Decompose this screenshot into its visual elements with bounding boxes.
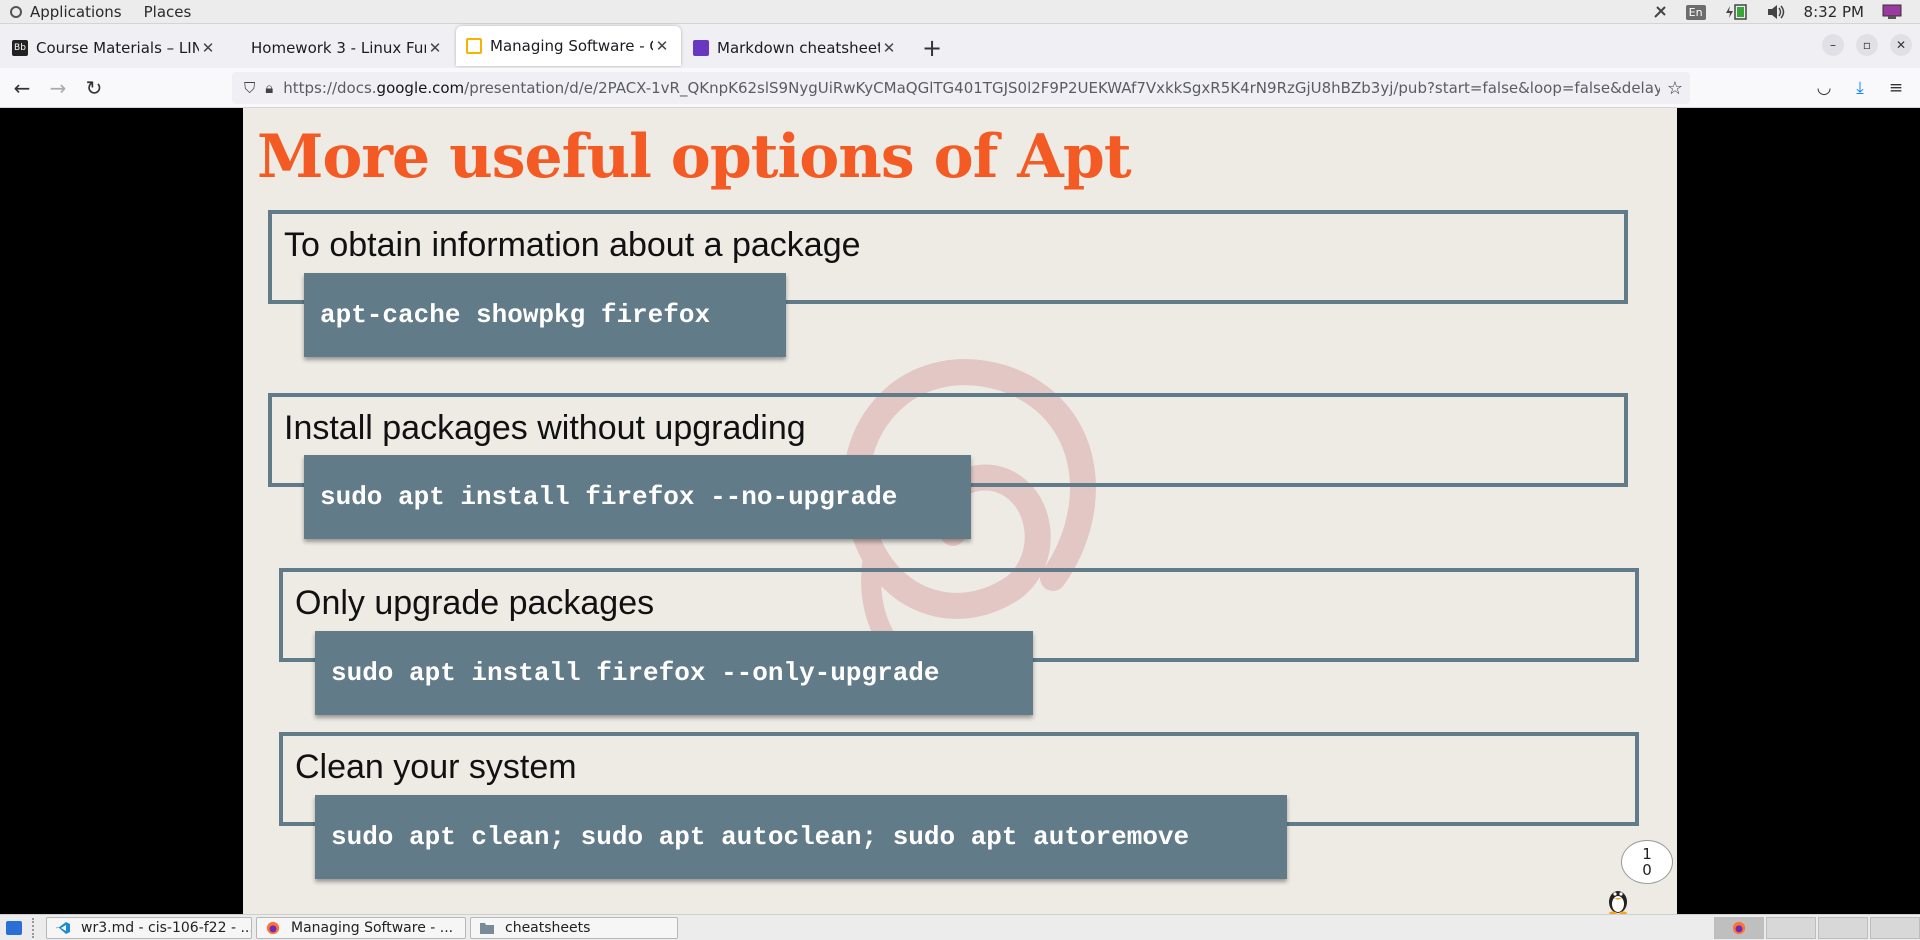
keyboard-language-label: En xyxy=(1685,4,1706,20)
clock-label: 8:32 PM xyxy=(1803,3,1864,21)
google-slides-icon xyxy=(466,38,482,54)
taskbar-grip xyxy=(32,917,40,938)
applications-menu[interactable]: Applications xyxy=(10,3,122,21)
slide[interactable]: More useful options of Apt To obtain inf… xyxy=(243,108,1677,914)
blackboard-icon: Bb xyxy=(12,40,28,56)
firefox-icon xyxy=(1732,921,1746,935)
workspace-2[interactable] xyxy=(1766,917,1816,939)
close-icon[interactable]: ✕ xyxy=(426,39,444,57)
task-firefox[interactable]: Managing Software - ... xyxy=(256,916,466,939)
desktop-icon xyxy=(6,920,22,935)
applications-icon xyxy=(10,5,22,18)
tab-markdown-cheatsheet[interactable]: Markdown cheatsheet ✕ xyxy=(683,28,908,68)
tab-homework-3[interactable]: Homework 3 - Linux Fundam ✕ xyxy=(229,28,454,68)
downloads-icon[interactable]: ⤓ xyxy=(1842,72,1878,104)
minimize-icon[interactable]: – xyxy=(1822,34,1844,56)
workspace-3[interactable] xyxy=(1818,917,1868,939)
task-cheatsheets[interactable]: cheatsheets xyxy=(470,916,678,939)
workspace-4[interactable] xyxy=(1870,917,1920,939)
window-controls: – ▫ ✕ xyxy=(1810,34,1912,56)
section-label-only-upgrade: Only upgrade packages xyxy=(295,584,655,622)
tab-title: Course Materials – LINUX xyxy=(36,39,199,57)
workspace-switcher xyxy=(1712,917,1920,939)
bottom-taskbar: wr3.md - cis-106-f22 - ... Managing Soft… xyxy=(0,914,1920,940)
tab-title: Markdown cheatsheet xyxy=(717,39,880,57)
folder-icon xyxy=(480,922,494,934)
volume-icon[interactable] xyxy=(1766,4,1786,20)
bookmark-star-icon[interactable]: ☆ xyxy=(1660,78,1690,99)
task-label: Managing Software - ... xyxy=(291,919,454,936)
vscode-icon xyxy=(56,921,70,934)
firefox-icon xyxy=(266,921,280,934)
system-top-panel: Applications Places En 8:32 PM xyxy=(0,0,1920,24)
hamburger-menu-icon[interactable]: ≡ xyxy=(1878,72,1914,104)
section-label-no-upgrade: Install packages without upgrading xyxy=(284,409,806,447)
close-icon[interactable]: ✕ xyxy=(880,39,898,57)
places-menu[interactable]: Places xyxy=(144,3,192,21)
command-only-upgrade: sudo apt install firefox --only-upgrade xyxy=(315,631,1033,715)
system-tray: En 8:32 PM xyxy=(1652,0,1920,24)
lock-icon[interactable]: 🔒︎ xyxy=(265,79,273,97)
system-menu: Applications Places xyxy=(0,3,213,21)
forward-button[interactable]: → xyxy=(40,70,76,106)
workspace-1[interactable] xyxy=(1714,917,1764,939)
show-desktop-button[interactable] xyxy=(0,917,28,939)
pocket-icon[interactable]: ◡ xyxy=(1806,72,1842,104)
url-path: /presentation/d/e/2PACX-1vR_QKnpK62slS9N… xyxy=(464,79,1660,97)
tab-title: Managing Software - Goo xyxy=(490,37,653,55)
section-label-info: To obtain information about a package xyxy=(284,226,861,264)
back-button[interactable]: ← xyxy=(4,70,40,106)
url-domain: google.com xyxy=(376,79,465,97)
keyboard-language[interactable]: En xyxy=(1685,4,1706,20)
slide-title: More useful options of Apt xyxy=(257,122,1132,192)
command-showpkg: apt-cache showpkg firefox xyxy=(304,273,786,357)
slide-viewer: More useful options of Apt To obtain inf… xyxy=(0,108,1920,914)
reload-button[interactable]: ↻ xyxy=(76,70,112,106)
maximize-icon[interactable]: ▫ xyxy=(1856,34,1878,56)
user-menu-icon[interactable] xyxy=(1882,4,1902,20)
slide-number-line2: 0 xyxy=(1642,861,1652,879)
url-prefix: https://docs. xyxy=(283,79,377,97)
section-label-clean: Clean your system xyxy=(295,748,577,786)
tab-managing-software[interactable]: Managing Software - Goo ✕ xyxy=(456,26,681,66)
battery-icon[interactable] xyxy=(1724,4,1748,20)
task-vscode[interactable]: wr3.md - cis-106-f22 - ... xyxy=(46,916,252,939)
navigation-toolbar: ← → ↻ ⛉ 🔒︎ https://docs.google.com/prese… xyxy=(0,68,1920,108)
task-label: wr3.md - cis-106-f22 - ... xyxy=(81,919,252,936)
url-text[interactable]: https://docs.google.com/presentation/d/e… xyxy=(283,79,1660,97)
task-label: cheatsheets xyxy=(505,919,591,936)
places-menu-label: Places xyxy=(143,2,192,21)
slide-number-bubble: 10 xyxy=(1621,840,1673,884)
tracking-protection-icon[interactable]: ⛉ xyxy=(244,79,255,97)
window-close-icon[interactable]: ✕ xyxy=(1890,34,1912,56)
browser-tab-strip: Bb Course Materials – LINUX ✕ Homework 3… xyxy=(0,24,1920,68)
close-icon[interactable]: ✕ xyxy=(199,39,217,57)
address-bar[interactable]: ⛉ 🔒︎ https://docs.google.com/presentatio… xyxy=(232,72,1690,104)
toolbar-right: ◡ ⤓ ≡ xyxy=(1806,72,1914,104)
tab-course-materials[interactable]: Bb Course Materials – LINUX ✕ xyxy=(2,28,227,68)
applications-menu-label: Applications xyxy=(30,2,122,21)
command-no-upgrade: sudo apt install firefox --no-upgrade xyxy=(304,455,971,539)
clock[interactable]: 8:32 PM xyxy=(1804,3,1864,21)
network-icon[interactable] xyxy=(1652,4,1668,20)
new-tab-button[interactable]: + xyxy=(914,28,950,68)
close-icon[interactable]: ✕ xyxy=(653,37,671,55)
tux-penguin-icon xyxy=(1609,891,1627,914)
tab-title: Homework 3 - Linux Fundam xyxy=(251,39,426,57)
slide-number-line1: 1 xyxy=(1642,845,1652,863)
command-clean: sudo apt clean; sudo apt autoclean; sudo… xyxy=(315,795,1287,879)
markdown-icon xyxy=(693,40,709,56)
